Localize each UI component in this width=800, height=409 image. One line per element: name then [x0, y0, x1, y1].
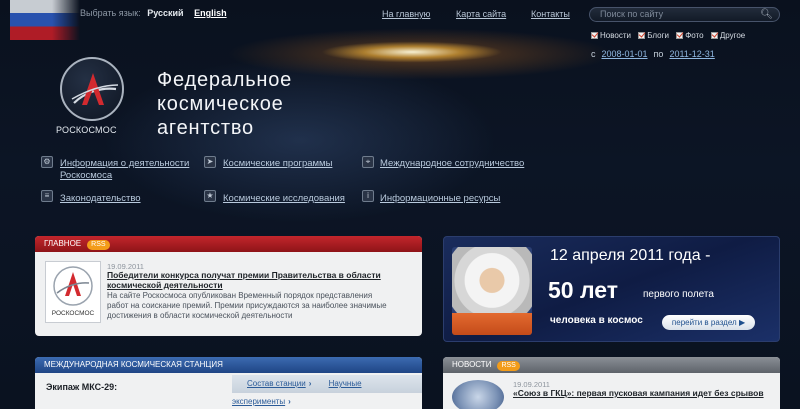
banner-human: человека в космос — [550, 315, 643, 326]
rss-badge[interactable]: RSS — [87, 240, 110, 250]
news-thumbnail[interactable] — [452, 380, 504, 409]
language-current[interactable]: Русский — [147, 8, 183, 18]
sitemap-link[interactable]: Карта сайта — [456, 9, 506, 19]
iss-tabs: Состав станции › Научные эксперименты › — [232, 375, 422, 406]
nav-legislation[interactable]: Законодательство — [60, 193, 141, 205]
main-news-header-label: ГЛАВНОЕ — [44, 239, 82, 248]
rocket-emblem-icon — [71, 73, 119, 105]
chevron-right-icon: › — [288, 397, 291, 406]
news-title-line: Победители конкурса получат премии Прави… — [107, 270, 381, 280]
go-to-section-button[interactable]: перейти в раздел ▶ — [662, 315, 755, 330]
checkbox-icon[interactable] — [591, 32, 598, 39]
iss-crew-label: Экипаж МКС-29: — [46, 382, 118, 392]
roscosmos-logo-icon[interactable] — [60, 57, 124, 121]
news-title-link[interactable]: «Союз в ГКЦ»: первая пусковая кампания и… — [513, 388, 764, 398]
search-input[interactable]: Поиск по сайту 🔍︎ — [589, 7, 780, 22]
date-from-link[interactable]: 2008-01-01 — [602, 49, 648, 59]
arrow-right-icon: ▶ — [738, 318, 746, 327]
iss-panel: МЕЖДУНАРОДНАЯ КОСМИЧЕСКАЯ СТАНЦИЯ Экипаж… — [35, 357, 422, 409]
chevron-right-icon: › — [308, 379, 312, 388]
nav-research[interactable]: Космические исследования — [223, 193, 345, 205]
checkbox-icon[interactable] — [638, 32, 646, 39]
filter-other[interactable]: Другое — [710, 31, 745, 40]
news-summary-line: На сайте Роскосмоса опубликован Временны… — [107, 291, 373, 300]
agency-title-line: Федеральное — [157, 69, 293, 91]
filter-photo[interactable]: Фото — [676, 31, 704, 40]
news-title-link[interactable]: Победители конкурса получат премии Прави… — [107, 270, 381, 290]
logo-wordmark: РОСКОСМОС — [56, 125, 117, 135]
page: Выбрать язык: Русский English На главную… — [0, 0, 800, 409]
news-header-label: НОВОСТИ — [452, 360, 492, 369]
nav-activity[interactable]: Информация о деятельности Роскосмоса — [60, 158, 189, 182]
news-summary: На сайте Роскосмоса опубликован Временны… — [107, 291, 387, 321]
search-placeholder: Поиск по сайту — [600, 9, 664, 19]
activity-icon: ⚙ — [41, 156, 53, 168]
russian-flag — [10, 0, 80, 40]
agency-title-line: агентство — [157, 117, 254, 139]
language-english-link[interactable]: English — [194, 8, 227, 18]
news-summary-line: работ на соискание премий. Премии присуж… — [107, 301, 387, 310]
search-icon[interactable]: 🔍︎ — [760, 9, 773, 20]
tab-station-composition[interactable]: Состав станции — [247, 379, 306, 388]
agency-title: Федеральное космическое агентство — [157, 68, 292, 140]
date-from-label: с — [591, 49, 596, 59]
go-to-section-label: перейти в раздел — [671, 318, 737, 327]
language-selector: Выбрать язык: Русский English — [80, 8, 227, 18]
contacts-link[interactable]: Контакты — [531, 9, 570, 19]
research-icon: ★ — [204, 190, 216, 202]
legislation-icon: ≡ — [41, 190, 53, 202]
date-to-label: по — [653, 49, 664, 59]
rss-badge[interactable]: RSS — [497, 361, 520, 371]
banner-date: 12 апреля 2011 года - — [550, 247, 711, 264]
news-title-line: космической деятельности — [107, 280, 223, 290]
filter-blogs[interactable]: Блоги — [638, 31, 669, 40]
roscosmos-logo-icon — [53, 266, 93, 306]
news-header: НОВОСТИ RSS — [443, 357, 780, 373]
anniversary-banner[interactable]: 12 апреля 2011 года - 50 лет первого пол… — [443, 236, 780, 342]
cooperation-icon: ⌖ — [362, 156, 374, 168]
news-thumbnail[interactable]: РОСКОСМОС — [45, 261, 101, 323]
checkbox-icon[interactable] — [676, 32, 684, 39]
nav-activity-line: Информация о деятельности — [60, 158, 190, 169]
banner-years: 50 лет — [548, 277, 619, 303]
nav-resources[interactable]: Информационные ресурсы — [380, 193, 500, 205]
banner-flight: первого полета — [643, 289, 714, 300]
search-filters: Новости Блоги Фото Другое — [591, 31, 750, 40]
date-to-link[interactable]: 2011-12-31 — [669, 49, 714, 59]
language-label: Выбрать язык: — [80, 8, 141, 18]
nav-activity-line: Роскосмоса — [60, 170, 113, 181]
home-link[interactable]: На главную — [382, 9, 430, 19]
news-summary-line: достижения в области космической деятель… — [107, 311, 293, 320]
programs-icon: ➤ — [204, 156, 216, 168]
date-range: с 2008-01-01 по 2011-12-31 — [591, 49, 721, 59]
cosmonaut-photo — [452, 247, 532, 335]
news-panel: НОВОСТИ RSS 19.09.2011 «Союз в ГКЦ»: перв… — [443, 357, 780, 409]
filter-news[interactable]: Новости — [591, 31, 631, 40]
iss-header: МЕЖДУНАРОДНАЯ КОСМИЧЕСКАЯ СТАНЦИЯ — [35, 357, 422, 373]
main-news-header: ГЛАВНОЕ RSS — [35, 236, 422, 252]
nav-cooperation[interactable]: Международное сотрудничество — [380, 158, 524, 170]
main-news-panel: ГЛАВНОЕ RSS РОСКОСМОС 19.09.2011 Победите… — [35, 236, 422, 336]
thumb-wordmark: РОСКОСМОС — [51, 310, 95, 317]
checkbox-icon[interactable] — [710, 32, 718, 39]
nav-programs[interactable]: Космические программы — [223, 158, 332, 170]
info-icon: i — [362, 190, 374, 202]
agency-title-line: космическое — [157, 93, 284, 115]
